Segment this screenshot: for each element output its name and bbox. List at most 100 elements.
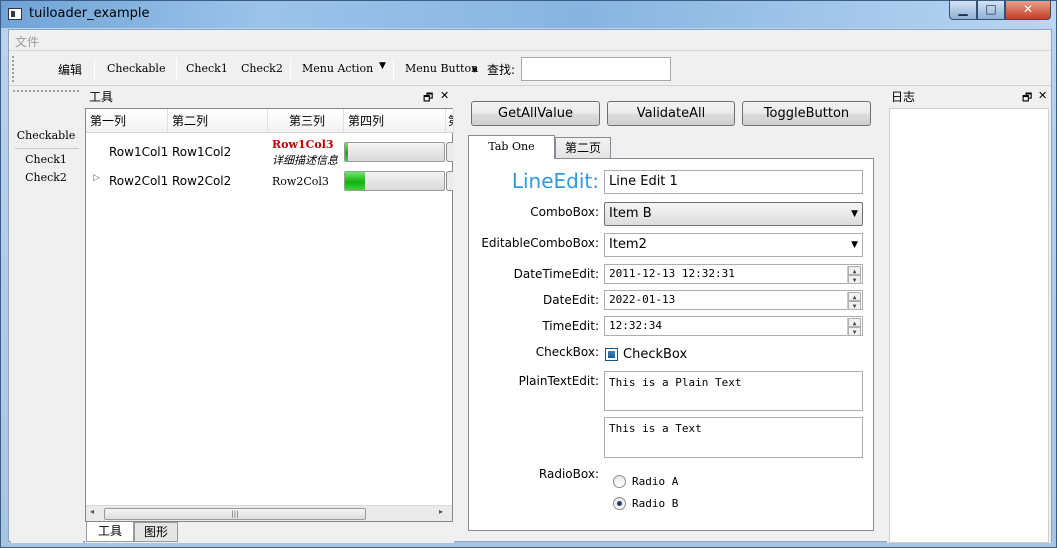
maximize-icon: □ <box>985 2 997 16</box>
column-header-2[interactable]: 第二列 <box>168 109 268 133</box>
dock-close-icon[interactable]: ✕ <box>1038 89 1047 102</box>
checkable-button[interactable]: Checkable <box>107 62 165 75</box>
minimize-icon: ▁ <box>958 2 968 16</box>
check2-button[interactable]: Check2 <box>241 62 283 75</box>
row2-progress-bar <box>344 171 445 191</box>
datetime-spinner[interactable]: ▲ ▼ <box>847 266 861 284</box>
date-label: DateEdit: <box>543 293 599 307</box>
text-edit[interactable]: This is a Text <box>604 417 863 458</box>
get-all-value-button[interactable]: GetAllValue <box>471 101 600 126</box>
cell-row1-col3-title: Row1Col3 <box>272 138 334 151</box>
chevron-down-icon: ▼ <box>851 209 858 219</box>
radio-b-label[interactable]: Radio B <box>632 497 678 510</box>
search-label: 查找: <box>487 63 516 77</box>
tab-pane: LineEdit: Line Edit 1 ComboBox: Item B ▼… <box>468 158 874 531</box>
time-value: 12:32:34 <box>609 319 662 332</box>
main-toolbar: 编辑 Checkable Check1 Check2 Menu Action ▼… <box>9 52 1051 86</box>
cell-row1-col3-desc: 详细描述信息 <box>272 154 338 167</box>
float-icon[interactable]: 🗗 <box>423 89 433 108</box>
tools-dock: 工具 🗗 ✕ 第一列 第二列 第三列 第四列 第 Row1Col1 Row1Co… <box>85 88 454 543</box>
close-button[interactable]: ✕ <box>1005 1 1051 20</box>
toolbar-separator <box>15 148 79 149</box>
column-header-3[interactable]: 第三列 <box>268 109 344 133</box>
left-check1-button[interactable]: Check1 <box>11 153 81 166</box>
combobox-label: ComboBox: <box>530 205 599 219</box>
log-dock: 日志 🗗 ✕ <box>887 88 1051 543</box>
lineedit-label: LineEdit: <box>511 169 599 193</box>
radio-a-button[interactable] <box>613 475 626 488</box>
spin-down-icon[interactable]: ▼ <box>848 327 861 336</box>
dock-tab-bar: 工具 图形 <box>85 522 454 543</box>
scroll-left-icon[interactable]: ◂ <box>90 507 94 516</box>
editable-combobox[interactable]: Item2 ▼ <box>604 233 863 257</box>
menu-file[interactable]: 文件 <box>15 33 39 50</box>
editable-combobox-value: Item2 <box>609 237 647 252</box>
dock-close-icon[interactable]: ✕ <box>440 89 449 102</box>
tree-view[interactable]: 第一列 第二列 第三列 第四列 第 Row1Col1 Row1Col2 Row1… <box>85 108 454 522</box>
menu-action-button[interactable]: Menu Action <box>302 62 373 75</box>
scrollbar-thumb[interactable]: ||| <box>104 508 366 520</box>
tab-page-two[interactable]: 第二页 <box>555 137 611 159</box>
menu-bar: 文件 <box>9 30 1051 51</box>
cell-row2-col3: Row2Col3 <box>272 175 329 188</box>
cell-row1-col1: Row1Col1 <box>109 145 169 159</box>
cell-row2-col2: Row2Col2 <box>172 174 232 188</box>
menu-button-arrow-icon: ▼ <box>472 66 478 74</box>
checkbox-text[interactable]: CheckBox <box>623 347 687 362</box>
combobox[interactable]: Item B ▼ <box>604 202 863 226</box>
menu-button[interactable]: Menu Button <box>405 62 478 75</box>
maximize-button[interactable]: □ <box>977 1 1005 20</box>
chevron-down-icon[interactable]: ▼ <box>379 61 386 71</box>
editable-combobox-label: EditableComboBox: <box>481 236 599 250</box>
tab-one[interactable]: Tab One <box>468 135 555 159</box>
client-area: 文件 编辑 Checkable Check1 Check2 Menu Actio… <box>8 29 1052 543</box>
column-header-1[interactable]: 第一列 <box>86 109 168 133</box>
spin-down-icon[interactable]: ▼ <box>848 301 861 310</box>
spin-up-icon[interactable]: ▲ <box>848 292 861 301</box>
toolbar-grip[interactable] <box>12 56 15 82</box>
left-checkable-button[interactable]: Checkable <box>11 129 81 142</box>
left-check2-button[interactable]: Check2 <box>11 171 81 184</box>
spin-up-icon[interactable]: ▲ <box>848 266 861 275</box>
spin-up-icon[interactable]: ▲ <box>848 318 861 327</box>
float-icon[interactable]: 🗗 <box>1022 89 1032 108</box>
checkbox[interactable] <box>605 348 618 361</box>
column-header-5[interactable]: 第 <box>446 109 454 133</box>
datetime-edit[interactable]: 2011-12-13 12:32:31 ▲ ▼ <box>604 264 863 284</box>
datetime-value: 2011-12-13 12:32:31 <box>609 267 735 280</box>
toolbar-separator <box>290 58 291 80</box>
expand-arrow-icon[interactable]: ▷ <box>93 173 100 183</box>
cell-row2-col1: Row2Col1 <box>109 174 169 188</box>
minimize-button[interactable]: ▁ <box>949 1 977 20</box>
edit-button[interactable]: 编辑 <box>58 61 82 78</box>
horizontal-scrollbar[interactable]: ◂ ||| ▸ <box>86 505 452 521</box>
radio-a-label[interactable]: Radio A <box>632 475 678 488</box>
time-edit[interactable]: 12:32:34 ▲ ▼ <box>604 316 863 336</box>
search-input[interactable] <box>521 57 671 81</box>
row1-progress-fill <box>345 143 348 161</box>
date-spinner[interactable]: ▲ ▼ <box>847 292 861 310</box>
spin-down-icon[interactable]: ▼ <box>848 275 861 284</box>
chevron-down-icon[interactable]: ▼ <box>851 234 858 256</box>
tools-dock-title[interactable]: 工具 <box>85 88 454 106</box>
left-toolbar: Checkable Check1 Check2 <box>11 88 83 543</box>
title-bar[interactable]: tuiloader_example ▁ □ ✕ <box>1 1 1056 28</box>
log-view[interactable] <box>889 108 1049 543</box>
tab-tools[interactable]: 工具 <box>86 522 134 542</box>
check1-button[interactable]: Check1 <box>186 62 228 75</box>
plaintext-edit[interactable]: This is a Plain Text <box>604 371 863 411</box>
time-spinner[interactable]: ▲ ▼ <box>847 318 861 336</box>
scroll-right-icon[interactable]: ▸ <box>439 507 443 516</box>
radio-b-button[interactable] <box>613 497 626 510</box>
close-icon: ✕ <box>1022 2 1034 16</box>
date-value: 2022-01-13 <box>609 293 676 306</box>
tab-graphics[interactable]: 图形 <box>134 522 178 542</box>
radiobox-label: RadioBox: <box>538 467 599 481</box>
date-edit[interactable]: 2022-01-13 ▲ ▼ <box>604 290 863 310</box>
column-header-4[interactable]: 第四列 <box>344 109 446 133</box>
toolbar-grip[interactable] <box>13 90 79 92</box>
toggle-button[interactable]: ToggleButton <box>742 101 871 126</box>
lineedit-field[interactable]: Line Edit 1 <box>604 170 863 194</box>
validate-all-button[interactable]: ValidateAll <box>607 101 735 126</box>
time-label: TimeEdit: <box>542 319 599 333</box>
